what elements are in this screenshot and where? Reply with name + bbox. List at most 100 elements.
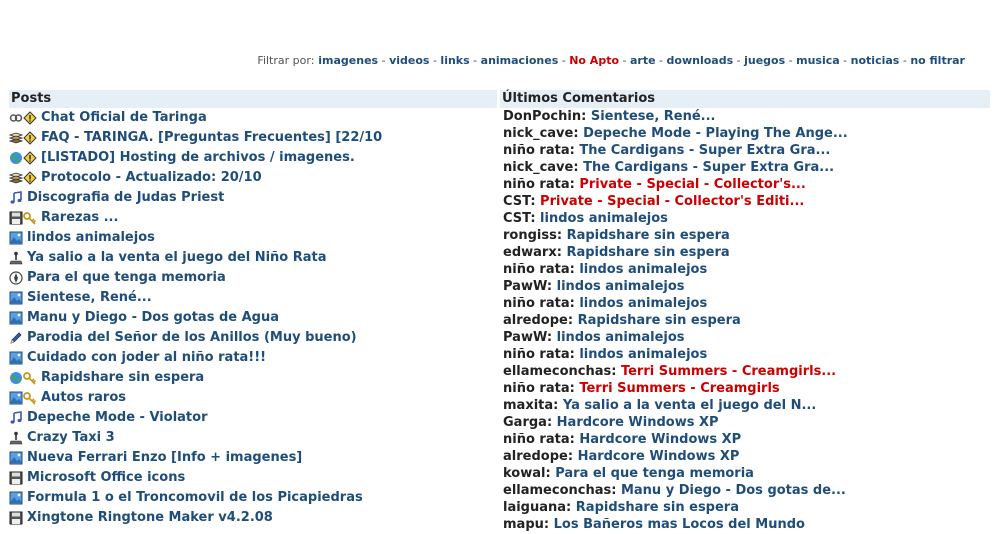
post-title-link[interactable]: Depeche Mode - Violator (27, 408, 207, 428)
comment-post-link[interactable]: Terri Summers - Creamgirls... (621, 364, 836, 379)
comment-post-link[interactable]: Hardcore Windows XP (578, 449, 740, 464)
filter-link-noticias[interactable]: noticias (851, 54, 900, 67)
post-title-link[interactable]: Formula 1 o el Troncomovil de los Picapi… (27, 488, 363, 508)
comment-post-link[interactable]: Los Bañeros mas Locos del Mundo (554, 517, 805, 532)
filter-link-imagenes[interactable]: imagenes (318, 54, 378, 67)
post-title-link[interactable]: [LISTADO] Hosting de archivos / imagenes… (41, 148, 355, 168)
comment-post-link[interactable]: Private - Special - Collector's... (579, 177, 805, 192)
post-title-link[interactable]: Manu y Diego - Dos gotas de Agua (27, 308, 279, 328)
comment-user[interactable]: CST (503, 194, 530, 209)
comment-post-link[interactable]: lindos animalejos (557, 330, 685, 345)
comment-user[interactable]: maxita (503, 398, 553, 413)
comment-user[interactable]: CST (503, 211, 530, 226)
post-item[interactable]: Manu y Diego - Dos gotas de Agua (9, 308, 497, 328)
comment-post-link[interactable]: Rapidshare sin espera (567, 228, 730, 243)
filter-link-animaciones[interactable]: animaciones (481, 54, 559, 67)
post-item[interactable]: Rarezas ... (9, 208, 497, 228)
post-item[interactable]: Microsoft Office icons (9, 468, 497, 488)
post-title-link[interactable]: lindos animalejos (27, 228, 155, 248)
post-title-link[interactable]: Crazy Taxi 3 (27, 428, 115, 448)
comment-post-link[interactable]: Hardcore Windows XP (557, 415, 719, 430)
comment-user[interactable]: niño rata (503, 347, 570, 362)
post-title-link[interactable]: Rapidshare sin espera (41, 368, 204, 388)
post-item[interactable]: Chat Oficial de Taringa (9, 108, 497, 128)
post-item[interactable]: [LISTADO] Hosting de archivos / imagenes… (9, 148, 497, 168)
post-item[interactable]: Autos raros (9, 388, 497, 408)
comment-user[interactable]: ellameconchas (503, 483, 611, 498)
comment-post-link[interactable]: Sientese, René... (591, 109, 716, 124)
filter-link-downloads[interactable]: downloads (667, 54, 734, 67)
comment-user[interactable]: alredope (503, 313, 568, 328)
post-item[interactable]: FAQ - TARINGA. [Preguntas Frecuentes] [2… (9, 128, 497, 148)
post-item[interactable]: Cuidado con joder al niño rata!!! (9, 348, 497, 368)
post-item[interactable]: Sientese, René... (9, 288, 497, 308)
comment-post-link[interactable]: Rapidshare sin espera (566, 245, 729, 260)
post-title-link[interactable]: Para el que tenga memoria (27, 268, 226, 288)
post-item[interactable]: Formula 1 o el Troncomovil de los Picapi… (9, 488, 497, 508)
comment-post-link[interactable]: Hardcore Windows XP (579, 432, 741, 447)
post-title-link[interactable]: Autos raros (41, 388, 126, 408)
comment-post-link[interactable]: lindos animalejos (557, 279, 685, 294)
comment-post-link[interactable]: Para el que tenga memoria (555, 466, 754, 481)
comment-post-link[interactable]: Depeche Mode - Playing The Ange... (583, 126, 848, 141)
comment-post-link[interactable]: Private - Special - Collector's Editi... (540, 194, 804, 209)
filter-link-no-apto[interactable]: No Apto (569, 54, 619, 67)
filter-link-juegos[interactable]: juegos (744, 54, 785, 67)
comment-user[interactable]: PawW (503, 279, 547, 294)
comment-post-link[interactable]: Rapidshare sin espera (576, 500, 739, 515)
comment-user[interactable]: niño rata (503, 432, 570, 447)
post-title-link[interactable]: Chat Oficial de Taringa (41, 108, 207, 128)
comment-user[interactable]: nick_cave (503, 160, 573, 175)
post-item[interactable]: Rapidshare sin espera (9, 368, 497, 388)
comment-user[interactable]: niño rata (503, 296, 570, 311)
comment-post-link[interactable]: The Cardigans - Super Extra Gra... (583, 160, 834, 175)
comment-post-link[interactable]: lindos animalejos (579, 262, 707, 277)
comment-user[interactable]: rongiss (503, 228, 557, 243)
comment-post-link[interactable]: lindos animalejos (540, 211, 668, 226)
comment-post-link[interactable]: Ya salio a la venta el juego del N... (563, 398, 816, 413)
comment-user[interactable]: ellameconchas (503, 364, 611, 379)
post-title-link[interactable]: Discografia de Judas Priest (27, 188, 224, 208)
post-item[interactable]: Ya salio a la venta el juego del Niño Ra… (9, 248, 497, 268)
comment-user[interactable]: niño rata (503, 143, 570, 158)
filter-link-arte[interactable]: arte (630, 54, 656, 67)
post-item[interactable]: lindos animalejos (9, 228, 497, 248)
comment-post-link[interactable]: Rapidshare sin espera (578, 313, 741, 328)
comment-post-link[interactable]: Terri Summers - Creamgirls (579, 381, 779, 396)
filter-link-links[interactable]: links (440, 54, 469, 67)
post-item[interactable]: Depeche Mode - Violator (9, 408, 497, 428)
comment-user[interactable]: niño rata (503, 262, 570, 277)
comment-user[interactable]: nick_cave (503, 126, 573, 141)
comment-user[interactable]: Garga (503, 415, 547, 430)
comment-post-link[interactable]: lindos animalejos (579, 347, 707, 362)
post-title-link[interactable]: Microsoft Office icons (27, 468, 185, 488)
filter-link-musica[interactable]: musica (796, 54, 840, 67)
comment-user[interactable]: mapu (503, 517, 544, 532)
comment-post-link[interactable]: The Cardigans - Super Extra Gra... (579, 143, 830, 158)
post-title-link[interactable]: Sientese, René... (27, 288, 152, 308)
post-title-link[interactable]: Rarezas ... (41, 208, 118, 228)
post-title-link[interactable]: Nueva Ferrari Enzo [Info + imagenes] (27, 448, 302, 468)
comment-user[interactable]: laiguana (503, 500, 566, 515)
comment-post-link[interactable]: lindos animalejos (579, 296, 707, 311)
comment-user[interactable]: niño rata (503, 177, 570, 192)
post-title-link[interactable]: Ya salio a la venta el juego del Niño Ra… (27, 248, 327, 268)
post-title-link[interactable]: Xingtone Ringtone Maker v4.2.08 (27, 508, 273, 528)
post-item[interactable]: Protocolo - Actualizado: 20/10 (9, 168, 497, 188)
post-item[interactable]: Nueva Ferrari Enzo [Info + imagenes] (9, 448, 497, 468)
post-item[interactable]: Parodia del Señor de los Anillos (Muy bu… (9, 328, 497, 348)
comment-user[interactable]: DonPochin (503, 109, 581, 124)
comment-user[interactable]: kowal (503, 466, 545, 481)
post-item[interactable]: Xingtone Ringtone Maker v4.2.08 (9, 508, 497, 528)
post-title-link[interactable]: Protocolo - Actualizado: 20/10 (41, 168, 262, 188)
post-item[interactable]: Discografia de Judas Priest (9, 188, 497, 208)
post-title-link[interactable]: Parodia del Señor de los Anillos (Muy bu… (27, 328, 357, 348)
comment-user[interactable]: niño rata (503, 381, 570, 396)
post-item[interactable]: Crazy Taxi 3 (9, 428, 497, 448)
post-item[interactable]: Para el que tenga memoria (9, 268, 497, 288)
comment-post-link[interactable]: Manu y Diego - Dos gotas de... (621, 483, 846, 498)
post-title-link[interactable]: Cuidado con joder al niño rata!!! (27, 348, 266, 368)
filter-link-videos[interactable]: videos (389, 54, 429, 67)
comment-user[interactable]: edwarx (503, 245, 557, 260)
comment-user[interactable]: alredope (503, 449, 568, 464)
